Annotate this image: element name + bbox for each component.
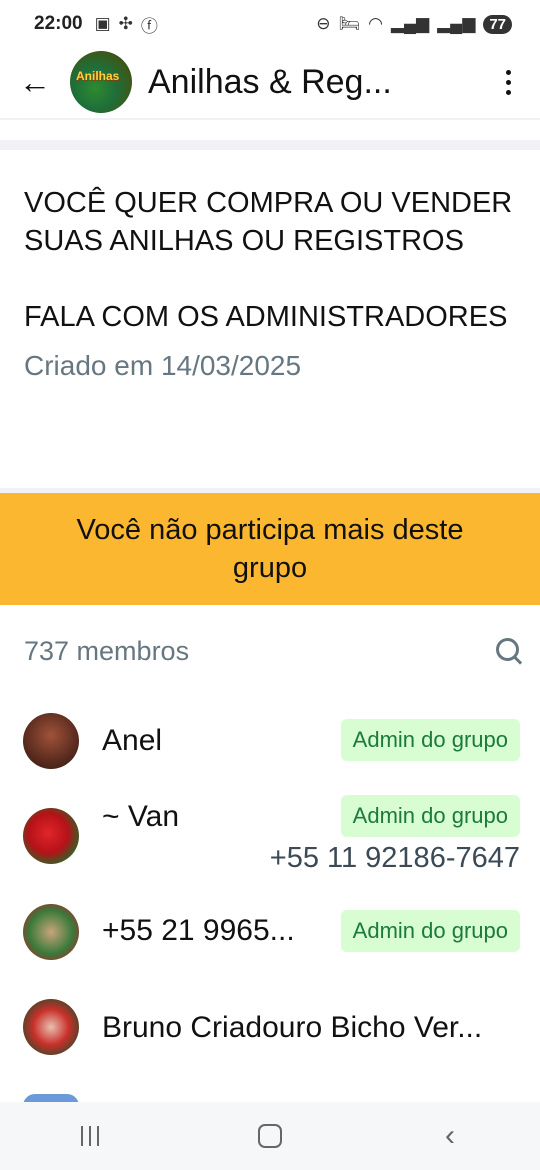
pinwheel-icon: ✣ xyxy=(118,14,133,33)
wifi-icon: ◠ xyxy=(368,14,383,33)
screenshot-icon: ▣ xyxy=(94,14,111,33)
status-bar: 22:00 ▣ ✣ ⓕ ⊖ 🛏 ◠ ▂▄▆ ▂▄▆ 77 xyxy=(0,0,540,48)
chevron-left-icon: ‹ xyxy=(445,1119,455,1152)
group-description: VOCÊ QUER COMPRA OU VENDER SUAS ANILHAS … xyxy=(24,187,513,333)
home-button[interactable] xyxy=(240,1116,300,1156)
status-time: 22:00 xyxy=(34,13,83,34)
admin-badge: Admin do grupo xyxy=(340,795,520,837)
signal-icon: ▂▄▆ xyxy=(390,14,430,33)
group-logo: Anilhas xyxy=(76,69,120,83)
list-item[interactable]: +55 21 9965... Admin do grupo xyxy=(0,900,540,970)
group-description-section: VOCÊ QUER COMPRA OU VENDER SUAS ANILHAS … xyxy=(0,150,540,488)
home-icon xyxy=(258,1124,282,1148)
facebook-icon: ⓕ xyxy=(140,16,158,36)
signal-icon-2: ▂▄▆ xyxy=(437,14,476,33)
battery-indicator: 77 xyxy=(483,14,512,34)
admin-badge: Admin do grupo xyxy=(340,910,520,952)
avatar xyxy=(23,713,79,769)
members-header: 737 membros xyxy=(24,636,524,667)
recents-icon xyxy=(81,1126,99,1146)
back-button[interactable]: ‹ xyxy=(420,1116,480,1156)
search-icon[interactable] xyxy=(496,637,524,666)
avatar xyxy=(23,999,79,1055)
created-date: Criado em 14/03/2025 xyxy=(24,350,302,381)
section-gap xyxy=(0,140,540,150)
avatar xyxy=(23,808,79,864)
list-item[interactable]: Bruno Criadouro Bicho Ver... xyxy=(0,995,540,1065)
do-not-disturb-icon: ⊖ xyxy=(316,14,331,33)
bed-icon: 🛏 xyxy=(338,14,361,33)
member-phone: +55 11 92186-7647 xyxy=(269,842,520,874)
app-bar: ← Anilhas Anilhas & Reg... xyxy=(0,48,540,116)
group-title[interactable]: Anilhas & Reg... xyxy=(148,63,418,102)
more-options-icon[interactable] xyxy=(494,62,522,102)
group-avatar[interactable]: Anilhas xyxy=(70,51,132,113)
not-participant-banner: Você não participa mais deste grupo xyxy=(0,493,540,605)
system-nav-bar: ‹ xyxy=(0,1102,540,1170)
admin-badge: Admin do grupo xyxy=(340,719,520,761)
member-name: +55 21 9965... xyxy=(102,914,295,947)
divider xyxy=(0,118,540,120)
recents-button[interactable] xyxy=(60,1116,120,1156)
member-name: Anel xyxy=(102,724,163,757)
member-name: ~ Van xyxy=(102,800,180,833)
members-count: 737 membros xyxy=(24,636,190,666)
list-item[interactable]: ~ Van Admin do grupo +55 11 92186-7647 xyxy=(0,790,540,880)
back-arrow-icon[interactable]: ← xyxy=(0,48,70,116)
list-item[interactable]: Anel Admin do grupo xyxy=(0,710,540,780)
avatar xyxy=(23,904,79,960)
member-name: Bruno Criadouro Bicho Ver... xyxy=(102,1011,483,1044)
